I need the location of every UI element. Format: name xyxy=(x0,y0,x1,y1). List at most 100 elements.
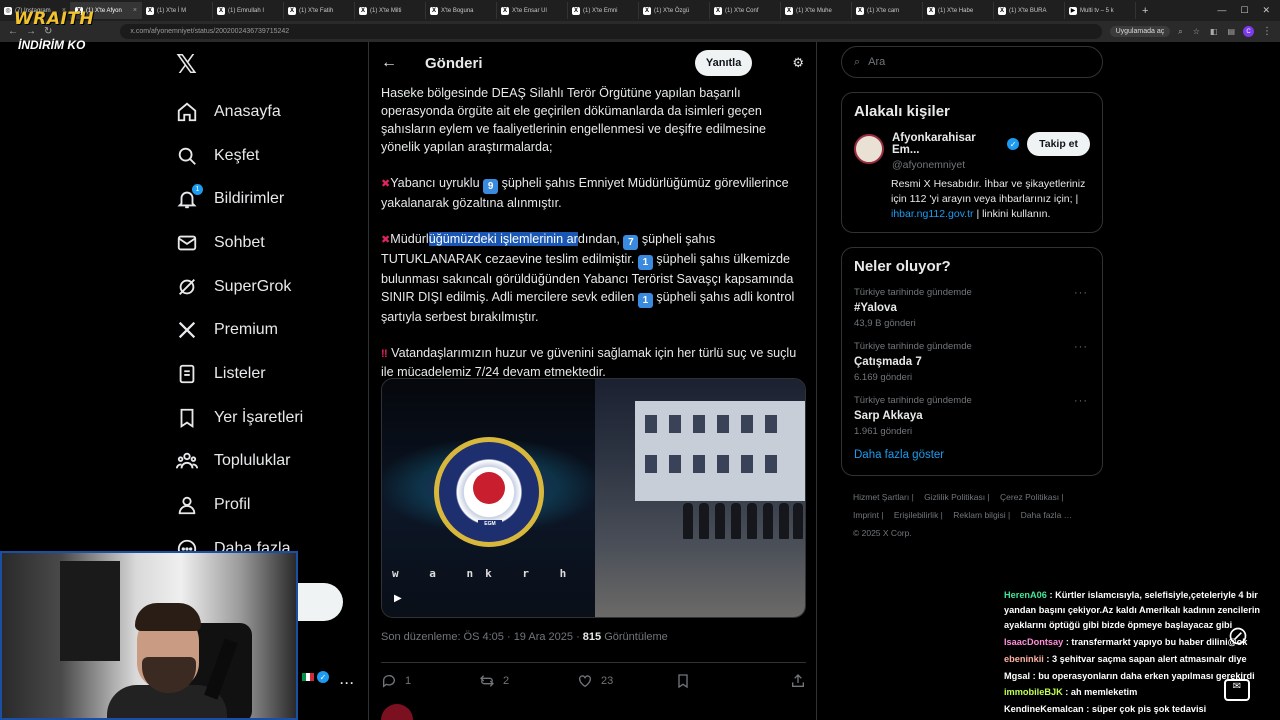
star-icon[interactable]: ☆ xyxy=(1193,27,1200,37)
reply-button[interactable]: Yanıtla xyxy=(694,50,753,76)
new-tab-button[interactable]: + xyxy=(1136,5,1154,17)
cross-mark-icon: ✖ xyxy=(381,234,391,246)
back-arrow-icon[interactable]: ← xyxy=(381,54,397,72)
tweet-paragraph: Haseke bölgesinde DEAŞ Silahlı Terör Örg… xyxy=(381,86,767,154)
footer-link[interactable]: Daha fazla … xyxy=(1021,510,1073,520)
play-icon[interactable]: ▶ xyxy=(394,593,402,604)
nav-notifications[interactable]: 1 Bildirimler xyxy=(170,177,360,221)
copyright: © 2025 X Corp. xyxy=(853,528,912,538)
photo-thumbnail[interactable] xyxy=(595,379,805,617)
avatar[interactable] xyxy=(854,134,884,164)
bell-icon-wrap: 1 xyxy=(176,184,203,210)
repost-action[interactable]: 2 xyxy=(479,673,577,689)
nav-profile[interactable]: Profil xyxy=(170,483,360,527)
related-person[interactable]: Afyonkarahisar Em... ✓ @afyonemniyet Taki… xyxy=(854,132,1090,171)
browser-tab[interactable]: X (1) X'te BURA xyxy=(994,2,1065,19)
trends-card: Neler oluyor? Türkiye tarihinde gündemde… xyxy=(841,247,1103,476)
window xyxy=(645,455,657,473)
chat-user: HerenA06 xyxy=(1004,590,1047,600)
browser-tab[interactable]: X (1) X'te Conf xyxy=(710,2,781,19)
url-field[interactable]: x.com/afyonemniyet/status/20020024367397… xyxy=(120,24,1102,39)
nav-messages[interactable]: Sohbet xyxy=(170,221,360,265)
sidebar-icon[interactable]: ▤ xyxy=(1227,27,1235,37)
close-window-icon[interactable]: ✕ xyxy=(1262,5,1270,16)
trend-item[interactable]: Türkiye tarihinde gündemde #Yalova 43,9 … xyxy=(854,287,1090,329)
close-icon[interactable]: × xyxy=(133,7,137,14)
search-placeholder: Ara xyxy=(868,56,886,68)
window xyxy=(765,415,777,433)
x-logo-icon[interactable]: 𝕏 xyxy=(176,50,204,78)
instagram-icon: ◎ xyxy=(4,6,12,15)
tweet-media[interactable]: EGM w a nk r h i ar ▶ xyxy=(381,378,806,618)
nav-premium[interactable]: Premium xyxy=(170,308,360,352)
footer-link[interactable]: Erişilebilirlik | xyxy=(894,510,943,520)
extensions-icon[interactable]: ◧ xyxy=(1210,27,1218,37)
browser-tab[interactable]: X (1) X'te İ M xyxy=(142,2,213,19)
browser-tab[interactable]: X (1) X'te Emni xyxy=(568,2,639,19)
like-action[interactable]: 23 xyxy=(577,673,675,689)
browser-tab[interactable]: X (1) X'te Muhe xyxy=(781,2,852,19)
nav-home[interactable]: Anasayfa xyxy=(170,90,360,134)
browser-tab[interactable]: X X'te Ensar Ul xyxy=(497,2,568,19)
user-icon xyxy=(178,496,196,515)
bookmark-action[interactable] xyxy=(675,673,773,689)
more-options-icon[interactable]: ··· xyxy=(1074,287,1088,299)
browser-tab[interactable]: X (1) X'te Özgü xyxy=(639,2,710,19)
browser-tab[interactable]: X (1) X'te Habe xyxy=(923,2,994,19)
bio-link[interactable]: ihbar.ng112.gov.tr xyxy=(891,208,974,220)
footer-link[interactable]: Çerez Politikası | xyxy=(1000,492,1064,502)
browser-tab[interactable]: X (1) X'te Fatih xyxy=(284,2,355,19)
compose-icon[interactable] xyxy=(1228,626,1248,646)
webcam-shelf xyxy=(60,561,120,661)
nav-communities[interactable]: Topluluklar xyxy=(170,440,360,484)
show-more-link[interactable]: Daha fazla göster xyxy=(854,449,1090,461)
promo-label: İNDİRİM KO xyxy=(18,38,86,52)
card-title: Neler oluyor? xyxy=(854,258,951,275)
more-options-icon[interactable]: ··· xyxy=(1074,341,1088,353)
avatar[interactable] xyxy=(381,704,413,720)
open-in-app-button[interactable]: Uygulamada aç xyxy=(1109,26,1171,37)
window xyxy=(693,415,705,433)
nav-grok[interactable]: SuperGrok xyxy=(170,265,360,309)
more-options-icon[interactable]: ··· xyxy=(340,676,355,690)
notification-badge: 1 xyxy=(192,184,203,196)
trend-item[interactable]: Türkiye tarihinde gündemde Çatışmada 7 6… xyxy=(854,341,1090,383)
footer-link[interactable]: Reklam bilgisi | xyxy=(953,510,1010,520)
minimize-icon[interactable]: — xyxy=(1217,5,1226,16)
trend-item[interactable]: Türkiye tarihinde gündemde Sarp Akkaya 1… xyxy=(854,395,1090,437)
left-nav: 𝕏 Anasayfa Keşfet 1 Bildirimler Sohbet S… xyxy=(170,50,360,571)
settings-sliders-icon[interactable]: ⚙ xyxy=(792,55,804,71)
address-bar-row: ← → ↻ x.com/afyonemniyet/status/20020024… xyxy=(0,21,1280,42)
heart-icon xyxy=(579,674,591,687)
browser-tab[interactable]: X X'te Boguna xyxy=(426,2,497,19)
menu-icon[interactable]: ⋮ xyxy=(1262,26,1272,37)
nav-lists[interactable]: Listeler xyxy=(170,352,360,396)
browser-tab[interactable]: X (1) X'te Milti xyxy=(355,2,426,19)
video-thumbnail[interactable]: EGM w a nk r h i ar ▶ xyxy=(382,379,659,617)
browser-tab[interactable]: X (1) Emrullah I xyxy=(213,2,284,19)
window xyxy=(765,455,777,473)
share-action[interactable] xyxy=(790,673,806,689)
footer-link[interactable]: Hizmet Şartları | xyxy=(853,492,914,502)
person-info: Afyonkarahisar Em... ✓ @afyonemniyet xyxy=(892,132,1020,171)
maximize-icon[interactable]: ☐ xyxy=(1240,5,1248,16)
x-icon: X xyxy=(785,6,793,15)
search-input[interactable]: ⌕ Ara xyxy=(841,46,1103,78)
message-icon[interactable]: ✉ xyxy=(1224,679,1250,701)
nav-explore[interactable]: Keşfet xyxy=(170,134,360,178)
browser-tab[interactable]: X (1) X'te cam xyxy=(852,2,923,19)
follow-button[interactable]: Takip et xyxy=(1027,132,1090,156)
footer-link[interactable]: Gizlilik Politikası | xyxy=(924,492,990,502)
zoom-icon[interactable]: ⌕ xyxy=(1178,27,1182,37)
window xyxy=(693,455,705,473)
nav-bookmarks[interactable]: Yer İşaretleri xyxy=(170,396,360,440)
profile-avatar[interactable]: C xyxy=(1243,26,1254,37)
browser-tab[interactable]: ▶ Multi tv – 5 k xyxy=(1065,2,1136,19)
more-options-icon[interactable]: ··· xyxy=(1074,395,1088,407)
reply-action[interactable]: 1 xyxy=(381,673,479,689)
window xyxy=(741,455,753,473)
person-name[interactable]: Afyonkarahisar Em... ✓ xyxy=(892,132,1020,156)
footer-link[interactable]: Imprint | xyxy=(853,510,884,520)
number-keycap: 7 xyxy=(623,235,639,250)
person-figure xyxy=(715,503,725,539)
